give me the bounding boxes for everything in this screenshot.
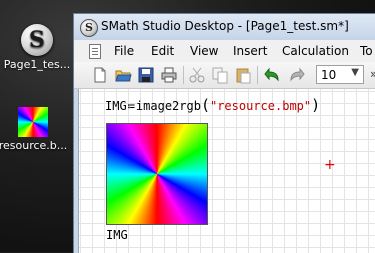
paste-icon[interactable]	[234, 66, 252, 84]
smath-logo-glyph: S	[29, 27, 45, 53]
app-icon-glyph: S	[85, 21, 93, 34]
open-paren: (	[200, 96, 210, 114]
variable-name: IMG	[105, 99, 127, 113]
bitmap-file-icon	[18, 107, 48, 137]
smath-app-icon[interactable]: S	[80, 19, 98, 37]
menu-insert[interactable]: Insert	[233, 44, 267, 58]
window-title: SMath Studio Desktop - [Page1_test.sm*]	[101, 19, 349, 33]
assignment-operator: ≔	[127, 99, 135, 113]
close-paren: )	[311, 96, 321, 114]
function-name: image2rgb	[135, 99, 201, 113]
copy-icon[interactable]	[211, 66, 229, 84]
menu-calculation[interactable]: Calculation	[282, 44, 349, 58]
image-output[interactable]	[106, 123, 208, 225]
toolbar-separator	[257, 66, 258, 84]
menu-bar: File Edit View Insert Calculation To	[74, 40, 375, 63]
font-size-value: 10	[321, 68, 337, 82]
insertion-cursor-icon: +	[324, 157, 336, 173]
save-icon[interactable]	[137, 66, 155, 84]
smath-studio-window: S SMath Studio Desktop - [Page1_test.sm*…	[73, 13, 375, 253]
new-document-icon[interactable]	[91, 66, 109, 84]
toolbar: 10 ▼ »	[74, 62, 375, 89]
cut-icon[interactable]	[188, 66, 206, 84]
menu-tools[interactable]: To	[360, 44, 373, 58]
worksheet[interactable]: IMG≔image2rgb("resource.bmp") IMG +	[78, 89, 375, 253]
toolbar-overflow-icon[interactable]: »	[370, 67, 375, 81]
title-bar[interactable]: S SMath Studio Desktop - [Page1_test.sm*…	[74, 14, 375, 40]
smath-file-icon: S	[21, 24, 53, 56]
menu-edit[interactable]: Edit	[151, 44, 174, 58]
desktop-icon-label: resource.b...	[0, 139, 68, 152]
toolbar-separator	[183, 66, 184, 84]
image2rgb-expression[interactable]: IMG≔image2rgb("resource.bmp")	[105, 96, 320, 114]
desktop-icon-page1-test[interactable]: S Page1_tes...	[2, 24, 72, 71]
string-argument: "resource.bmp"	[209, 99, 312, 113]
document-icon[interactable]	[89, 44, 101, 59]
undo-icon[interactable]	[264, 66, 282, 84]
desktop-icon-label: Page1_tes...	[3, 58, 71, 71]
print-icon[interactable]	[160, 66, 178, 84]
font-size-select[interactable]: 10 ▼	[316, 65, 364, 84]
open-folder-icon[interactable]	[114, 66, 132, 84]
desktop-icon-resource-bmp[interactable]: resource.b...	[0, 107, 68, 152]
image-output-label: IMG	[106, 228, 128, 242]
menu-view[interactable]: View	[190, 44, 218, 58]
menu-file[interactable]: File	[114, 44, 134, 58]
redo-icon[interactable]	[287, 66, 305, 84]
chevron-down-icon[interactable]: ▼	[351, 67, 359, 78]
